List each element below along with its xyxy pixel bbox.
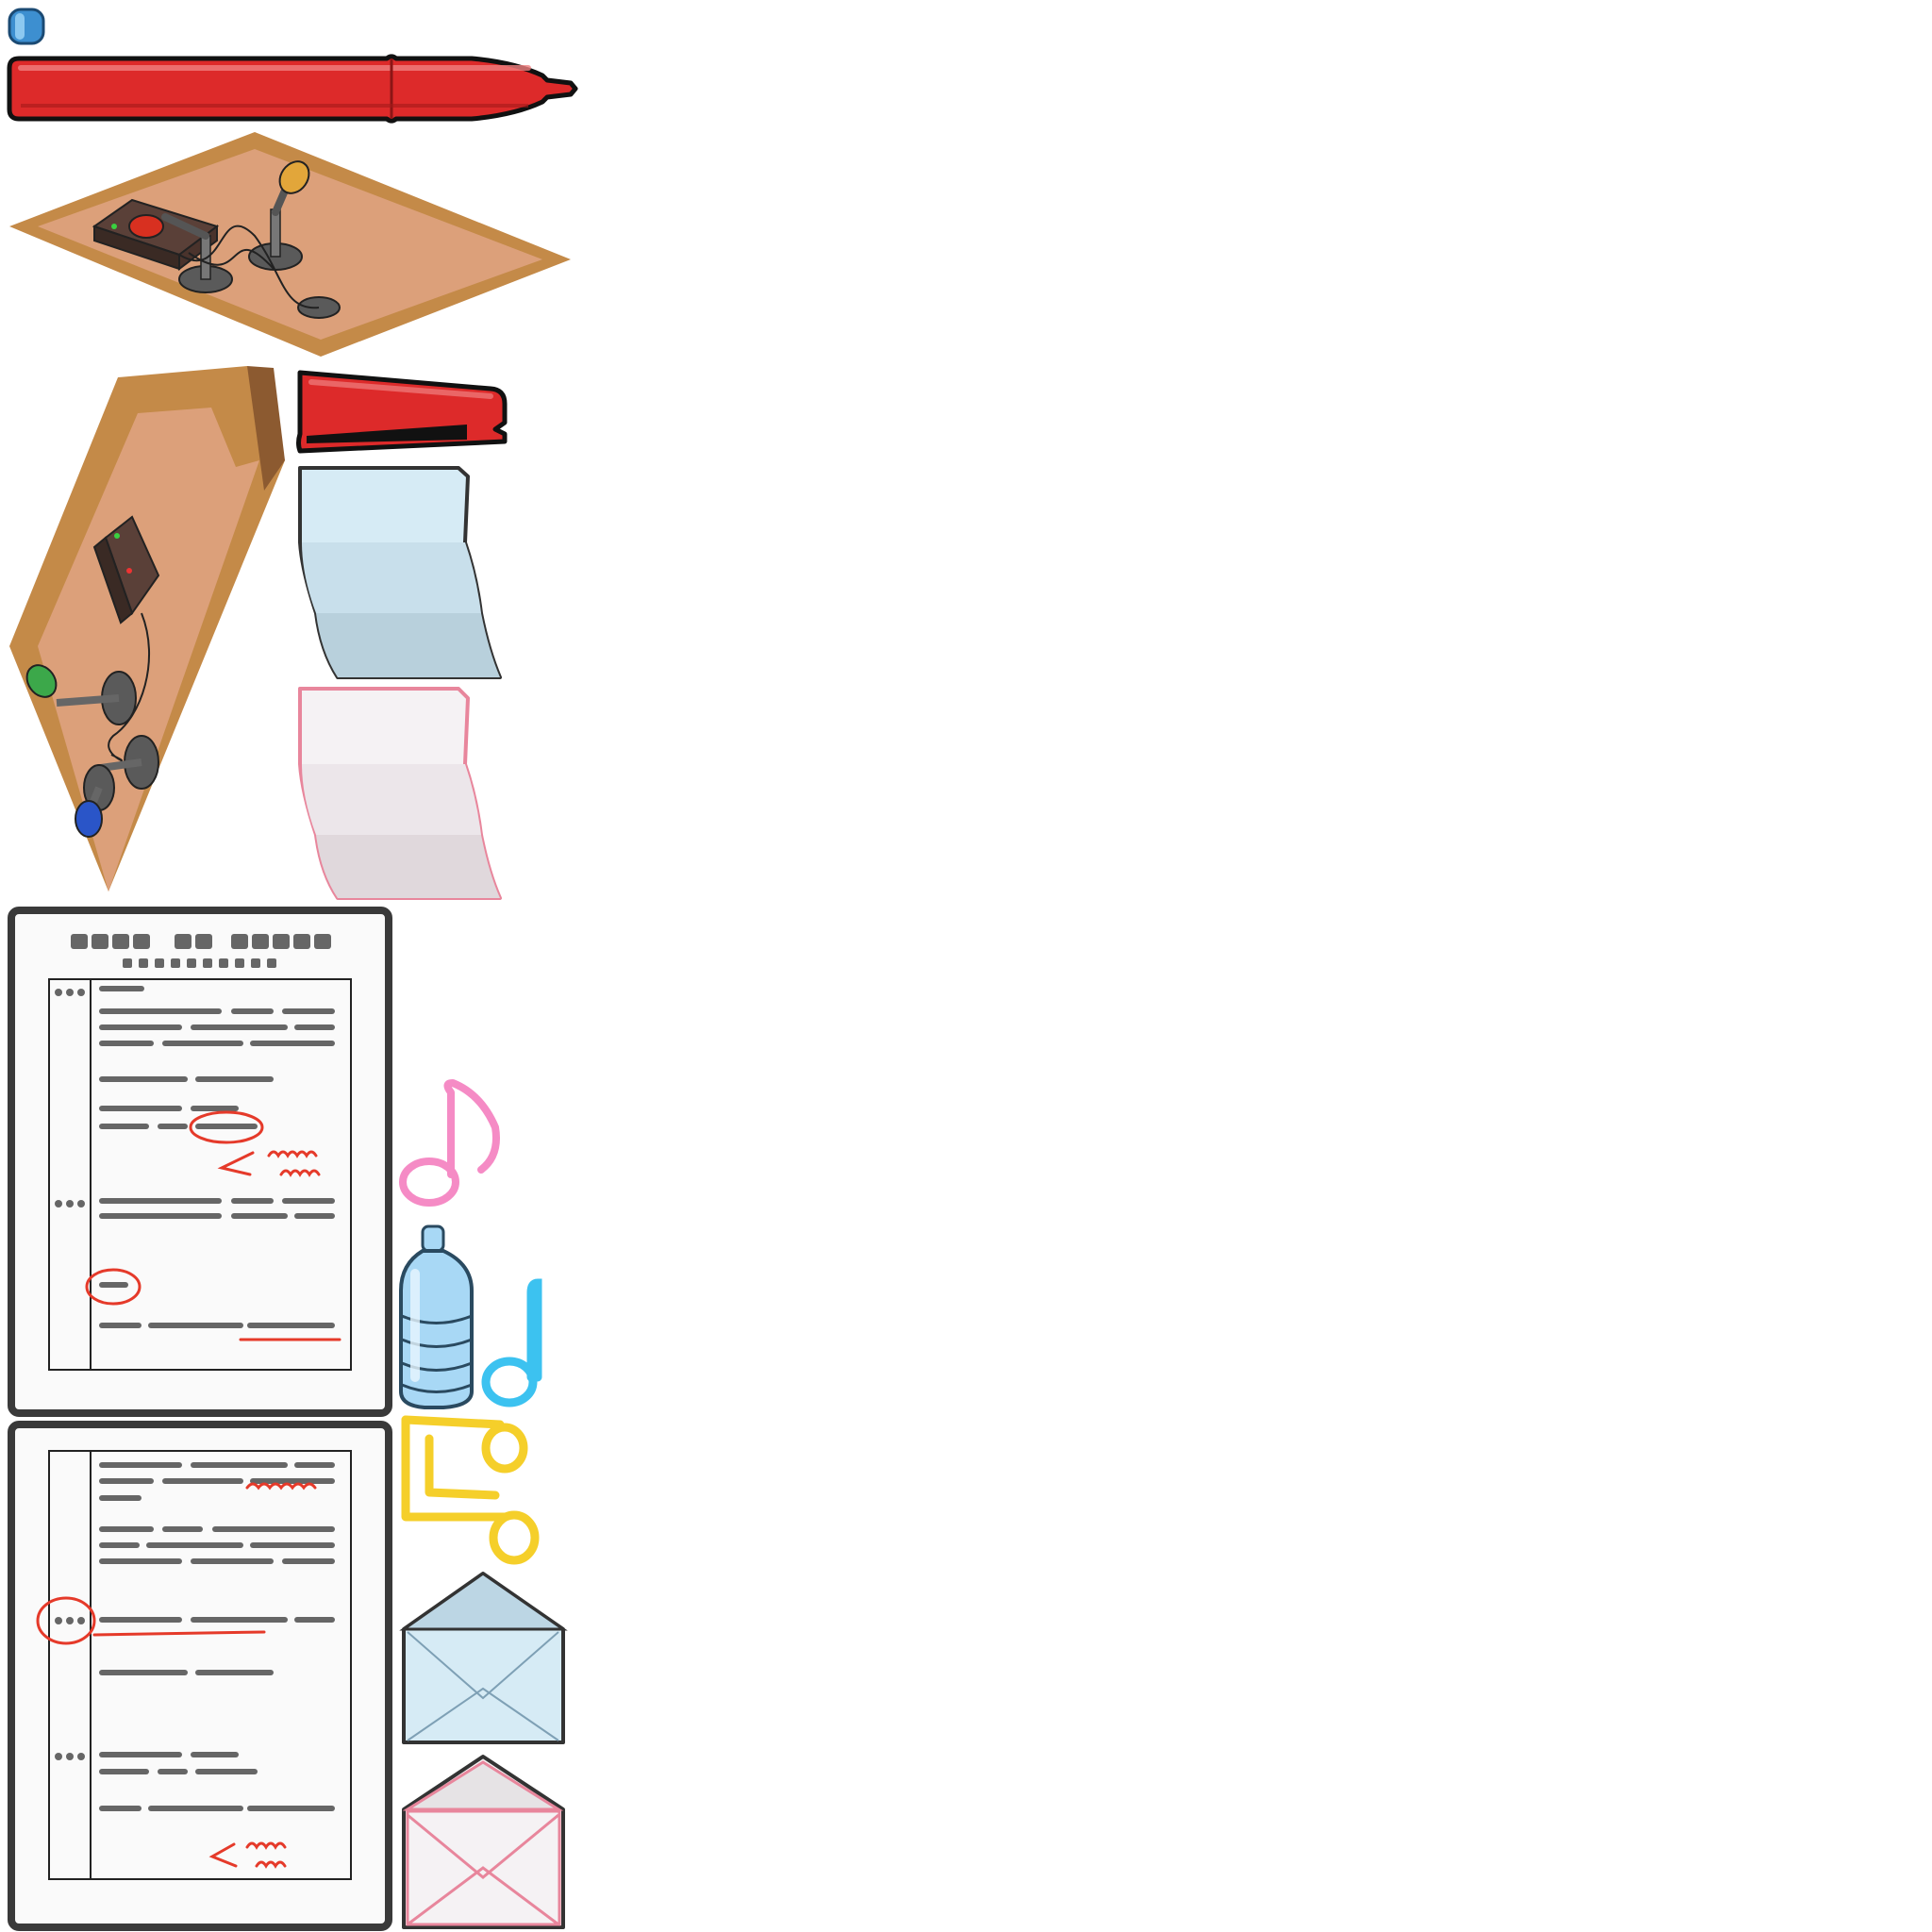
pink-envelope-sprite — [402, 1755, 565, 1929]
blue-pen-cap-sprite — [8, 8, 45, 45]
water-bottle-sprite — [399, 1224, 474, 1409]
blue-folded-paper-sprite — [298, 466, 502, 679]
blue-envelope-sprite — [399, 1572, 568, 1744]
pink-music-note-icon — [399, 1079, 500, 1207]
desk-with-microphones-rotated-sprite — [9, 366, 285, 891]
blue-music-note-icon — [481, 1278, 542, 1407]
desk-with-microphones-sprite — [9, 132, 571, 357]
yellow-double-note-icon — [401, 1415, 540, 1565]
sprite-sheet — [7, 8, 578, 1931]
marked-document-sprite — [8, 907, 392, 1417]
red-marker-sprite — [7, 54, 578, 124]
pink-folded-paper-sprite — [298, 687, 502, 900]
red-stapler-sprite — [296, 370, 508, 454]
marked-document-page-two-sprite — [8, 1421, 392, 1931]
